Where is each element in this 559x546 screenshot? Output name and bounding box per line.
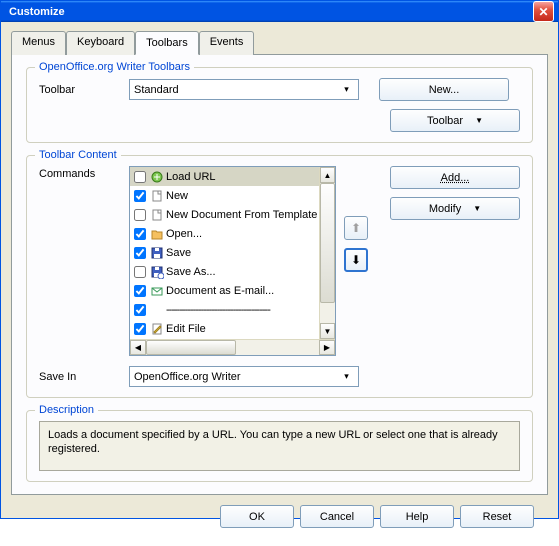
save-in-value: OpenOffice.org Writer (134, 371, 241, 383)
item-label: Load URL (166, 171, 335, 183)
item-label: Save (166, 247, 335, 259)
item-label: Save As... (166, 266, 335, 278)
list-item[interactable]: Document as E-mail... (130, 281, 335, 300)
open-icon (148, 227, 166, 241)
customize-dialog: Customize ✕ Menus Keyboard Toolbars Even… (0, 0, 559, 519)
item-label: --------------------------------------- (166, 304, 335, 316)
reset-button[interactable]: Reset (460, 505, 534, 528)
ok-button[interactable]: OK (220, 505, 294, 528)
load-url-icon (148, 170, 166, 184)
item-checkbox[interactable] (132, 323, 148, 335)
item-checkbox[interactable] (132, 171, 148, 183)
list-item[interactable]: Open... (130, 224, 335, 243)
horizontal-scrollbar[interactable]: ◀ ▶ (130, 339, 335, 355)
list-item[interactable]: New (130, 186, 335, 205)
list-item[interactable]: New Document From Template (130, 205, 335, 224)
scroll-left-icon[interactable]: ◀ (130, 340, 146, 355)
item-checkbox[interactable] (132, 209, 148, 221)
description-text: Loads a document specified by a URL. You… (39, 421, 520, 471)
item-label: Open... (166, 228, 335, 240)
save-in-select[interactable]: OpenOffice.org Writer ▾ (129, 366, 359, 387)
content-fieldset: Toolbar Content Commands Load URLNewNew … (26, 155, 533, 398)
reorder-buttons: ⬆ ⬇ (344, 216, 370, 272)
commands-listbox[interactable]: Load URL New New Document From Template Ope… (129, 166, 336, 356)
item-checkbox[interactable] (132, 228, 148, 240)
toolbar-select[interactable]: Standard ▾ (129, 79, 359, 100)
tab-menus[interactable]: Menus (11, 31, 66, 55)
scroll-right-icon[interactable]: ▶ (319, 340, 335, 355)
hscroll-thumb[interactable] (146, 340, 236, 355)
item-label: Document as E-mail... (166, 285, 335, 297)
toolbars-fieldset: OpenOffice.org Writer Toolbars Toolbar S… (26, 67, 533, 143)
tab-keyboard[interactable]: Keyboard (66, 31, 135, 55)
new-doc-icon (148, 189, 166, 203)
dialog-content: Menus Keyboard Toolbars Events OpenOffic… (1, 22, 558, 546)
vertical-scrollbar[interactable]: ▲ ▼ (319, 167, 335, 339)
item-checkbox[interactable] (132, 247, 148, 259)
scroll-down-icon[interactable]: ▼ (320, 323, 335, 339)
save-in-label: Save In (39, 371, 129, 383)
help-button[interactable]: Help (380, 505, 454, 528)
chevron-down-icon: ▾ (339, 84, 354, 95)
list-item[interactable]: Load URL (130, 167, 335, 186)
move-down-button[interactable]: ⬇ (344, 248, 368, 272)
item-label: New Document From Template (166, 209, 335, 221)
description-fieldset: Description Loads a document specified b… (26, 410, 533, 482)
tab-events[interactable]: Events (199, 31, 255, 55)
new-toolbar-button[interactable]: New... (379, 78, 509, 101)
add-command-button[interactable]: Add... (390, 166, 520, 189)
toolbar-menu-button[interactable]: Toolbar (390, 109, 520, 132)
save-icon (148, 246, 166, 260)
toolbar-label: Toolbar (39, 84, 129, 96)
new-doc-icon (148, 208, 166, 222)
tab-panel: OpenOffice.org Writer Toolbars Toolbar S… (11, 54, 548, 495)
titlebar: Customize ✕ (1, 1, 558, 22)
item-checkbox[interactable] (132, 285, 148, 297)
close-icon[interactable]: ✕ (533, 1, 554, 22)
cancel-button[interactable]: Cancel (300, 505, 374, 528)
title-text: Customize (9, 6, 533, 18)
list-item[interactable]: Save (130, 243, 335, 262)
move-up-button[interactable]: ⬆ (344, 216, 368, 240)
tab-strip: Menus Keyboard Toolbars Events (11, 31, 548, 55)
content-legend: Toolbar Content (35, 149, 121, 161)
item-label: New (166, 190, 335, 202)
email-icon (148, 284, 166, 298)
dialog-footer: OK Cancel Help Reset (11, 495, 548, 538)
scroll-up-icon[interactable]: ▲ (320, 167, 335, 183)
list-item[interactable]: Save As... (130, 262, 335, 281)
item-checkbox[interactable] (132, 266, 148, 278)
toolbars-legend: OpenOffice.org Writer Toolbars (35, 61, 194, 73)
modify-menu-button[interactable]: Modify (390, 197, 520, 220)
list-item[interactable]: Edit File (130, 319, 335, 338)
commands-label: Commands (39, 166, 129, 180)
toolbar-select-value: Standard (134, 84, 179, 96)
scroll-thumb[interactable] (320, 183, 335, 303)
description-legend: Description (35, 404, 98, 416)
item-checkbox[interactable] (132, 190, 148, 202)
item-checkbox[interactable] (132, 304, 148, 316)
chevron-down-icon: ▾ (339, 371, 354, 382)
saveas-icon (148, 265, 166, 279)
edit-icon (148, 322, 166, 336)
item-label: Edit File (166, 323, 335, 335)
list-item[interactable]: --------------------------------------- (130, 300, 335, 319)
tab-toolbars[interactable]: Toolbars (135, 31, 199, 55)
